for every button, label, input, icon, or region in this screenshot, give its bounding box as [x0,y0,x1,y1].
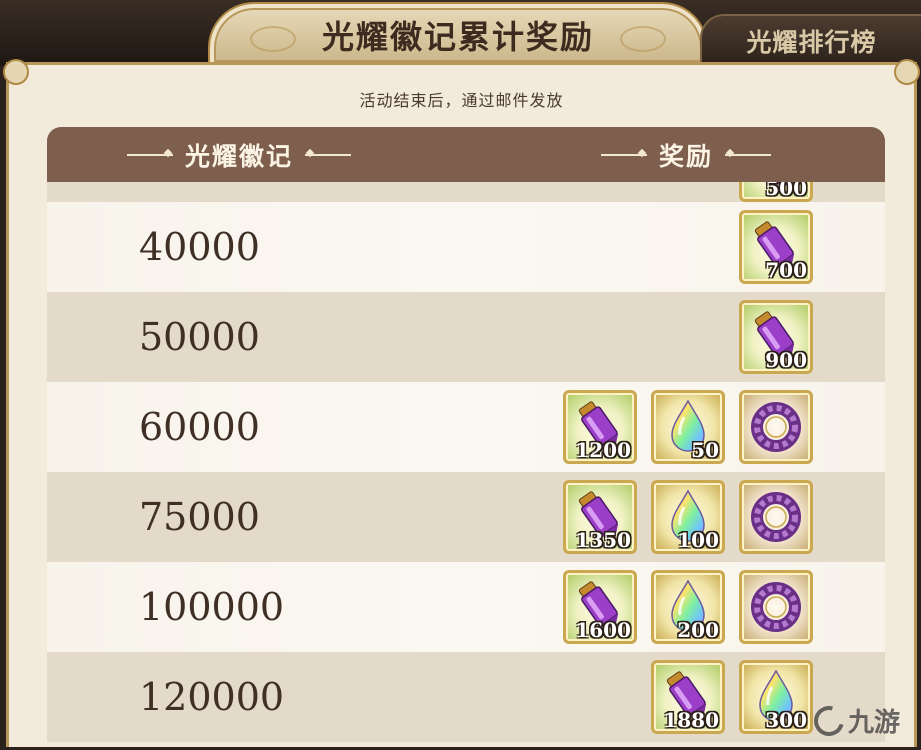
purple-crystal-vial-icon[interactable]: 700 [739,210,813,284]
rainbow-gem-drop-icon[interactable]: 200 [651,570,725,644]
purple-crystal-vial-icon[interactable]: 1600 [563,570,637,644]
badge-threshold: 100000 [139,585,285,629]
header-ornament-line [725,153,772,156]
badge-threshold: 40000 [139,225,260,269]
reward-quantity: 1600 [575,618,631,642]
header-ornament-line [305,153,352,156]
tab-leaderboard[interactable]: 光耀排行榜 [700,14,921,66]
reward-quantity: 900 [765,348,807,372]
purple-crystal-vial-icon[interactable]: 1880 [651,660,725,734]
table-header: 光耀徽记 奖励 [47,127,885,182]
tab-bar: 光耀徽记累计奖励 光耀排行榜 [0,0,921,66]
tab-cumulative-rewards[interactable]: 光耀徽记累计奖励 [208,2,708,66]
purple-crystal-vial-icon[interactable]: 500 [739,182,813,202]
panel-corner-ornament-right [894,59,920,85]
badge-threshold: 60000 [139,405,260,449]
reward-quantity: 1880 [663,708,719,732]
rainbow-gem-drop-icon[interactable]: 50 [651,390,725,464]
purple-bead-ring-icon[interactable] [739,480,813,554]
badge-threshold: 75000 [139,495,260,539]
badge-threshold: 120000 [139,675,285,719]
rewards-panel: 活动结束后，通过邮件发放 光耀徽记 奖励 500 40000 700 50000 90… [3,59,920,750]
badge-threshold: 50000 [139,315,260,359]
purple-bead-ring-icon[interactable] [739,390,813,464]
purple-bead-ring-icon[interactable] [739,570,813,644]
watermark: 九游 [808,700,900,741]
rainbow-gem-drop-icon[interactable]: 300 [739,660,813,734]
reward-quantity: 300 [765,708,807,732]
table-row: 100000 1600 200 [47,562,885,652]
table-row: 40000 700 [47,202,885,292]
tab-leaderboard-label: 光耀排行榜 [746,28,877,57]
reward-quantity: 100 [677,528,719,552]
purple-crystal-vial-icon[interactable]: 1200 [563,390,637,464]
reward-quantity: 200 [677,618,719,642]
tab-ornament-left [250,26,296,52]
reward-quantity: 1200 [575,438,631,462]
reward-quantity: 500 [765,182,807,200]
tab-cumulative-rewards-label: 光耀徽记累计奖励 [321,18,594,56]
tab-ornament-right [620,26,666,52]
reward-quantity: 1350 [575,528,631,552]
reward-table[interactable]: 500 40000 700 50000 900 60000 1200 50 75000 1350… [47,182,885,750]
header-badge-label: 光耀徽记 [185,141,294,171]
header-badge-column: 光耀徽记 [115,127,363,182]
watermark-text: 九游 [847,708,900,738]
table-row-partial: 500 [47,182,885,202]
table-row: 75000 1350 100 [47,472,885,562]
jiuyou-logo-icon [808,700,850,741]
mail-delivery-notice: 活动结束后，通过邮件发放 [359,91,564,110]
purple-crystal-vial-icon[interactable]: 1350 [563,480,637,554]
table-row: 60000 1200 50 [47,382,885,472]
panel-corner-ornament-left [3,59,29,85]
rainbow-gem-drop-icon[interactable]: 100 [651,480,725,554]
header-reward-column: 奖励 [589,127,783,182]
header-ornament-line [127,153,173,156]
header-ornament-line [601,153,647,156]
table-row: 120000 1880 300 [47,652,885,742]
table-row: 50000 900 [47,292,885,382]
reward-quantity: 50 [691,438,719,462]
reward-quantity: 700 [765,258,807,282]
header-reward-label: 奖励 [659,141,714,171]
purple-crystal-vial-icon[interactable]: 900 [739,300,813,374]
